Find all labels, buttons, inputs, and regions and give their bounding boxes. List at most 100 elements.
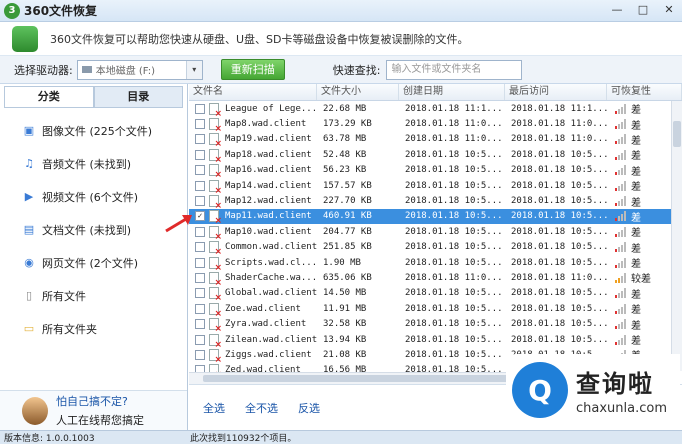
minimize-button[interactable]: — bbox=[608, 3, 626, 17]
recoverability: 差 bbox=[609, 209, 671, 224]
row-checkbox[interactable] bbox=[195, 303, 205, 314]
row-checkbox[interactable] bbox=[195, 165, 205, 176]
file-size: 460.91 KB bbox=[323, 211, 372, 222]
table-row[interactable]: Map18.wad.client 52.48 KB 2018.01.18 10:5.… bbox=[189, 147, 671, 165]
table-row[interactable]: League of Lege... 22.68 MB 2018.01.18 11:1… bbox=[189, 101, 671, 119]
file-size: 1.90 MB bbox=[323, 257, 361, 268]
vertical-scrollbar[interactable] bbox=[671, 101, 682, 371]
recoverability-label: 差 bbox=[631, 289, 641, 301]
row-checkbox[interactable] bbox=[195, 119, 205, 130]
close-button[interactable]: ✕ bbox=[660, 3, 678, 17]
disk-icon bbox=[81, 66, 92, 73]
row-checkbox[interactable] bbox=[195, 149, 205, 160]
row-checkbox[interactable] bbox=[195, 103, 205, 114]
created-date: 2018.01.18 11:1... bbox=[405, 103, 503, 114]
row-checkbox[interactable] bbox=[195, 180, 205, 191]
table-row[interactable]: Map19.wad.client 63.78 MB 2018.01.18 11:0.… bbox=[189, 132, 671, 149]
row-checkbox[interactable] bbox=[195, 226, 205, 237]
table-row[interactable]: Map10.wad.client 204.77 KB 2018.01.18 10:5… bbox=[189, 224, 671, 242]
recoverability-bars-icon bbox=[615, 257, 626, 268]
file-size: 56.23 KB bbox=[323, 165, 367, 176]
recover-arrow-icon bbox=[12, 25, 38, 52]
recoverability-bars-icon bbox=[615, 134, 626, 145]
table-row[interactable]: Common.wad.client 251.85 KB 2018.01.18 10:… bbox=[189, 240, 671, 257]
column-header-created[interactable]: 创建日期 bbox=[399, 84, 505, 100]
deleted-file-icon bbox=[209, 148, 222, 165]
rescan-button[interactable]: 重新扫描 bbox=[220, 59, 285, 80]
deleted-file-icon bbox=[209, 225, 222, 242]
created-date: 2018.01.18 11:0... bbox=[405, 272, 503, 283]
recoverability-bars-icon bbox=[615, 226, 626, 237]
maximize-button[interactable]: □ bbox=[634, 3, 652, 17]
watermark-url: chaxunla.com bbox=[576, 401, 667, 416]
select-all-link[interactable]: 全选 bbox=[203, 400, 225, 416]
table-row[interactable]: Zoe.wad.client 11.91 MB 2018.01.18 10:5...… bbox=[189, 301, 671, 319]
row-checkbox[interactable] bbox=[195, 319, 205, 330]
last-accessed: 2018.01.18 10:5... bbox=[511, 149, 609, 160]
video-icon: ▶ bbox=[24, 190, 34, 203]
invert-selection-link[interactable]: 反选 bbox=[298, 400, 320, 416]
sidebar-item-file[interactable]: ▯ 所有文件 bbox=[0, 279, 187, 312]
select-none-link[interactable]: 全不选 bbox=[245, 400, 278, 416]
sidebar-item-webpage[interactable]: ◉ 网页文件 (2个文件) bbox=[0, 246, 187, 279]
sidebar-item-document[interactable]: ▤ 文档文件 (未找到) bbox=[0, 213, 187, 246]
recoverability-bars-icon bbox=[615, 334, 626, 345]
column-header-recoverability[interactable]: 可恢复性 bbox=[607, 84, 682, 100]
help-title-link[interactable]: 怕自己搞不定? bbox=[56, 393, 144, 409]
column-header-size[interactable]: 文件大小 bbox=[317, 84, 399, 100]
created-date: 2018.01.18 11:0... bbox=[405, 134, 503, 145]
drive-select[interactable]: 本地磁盘 (F:) ▾ bbox=[76, 59, 203, 80]
recoverability-bars-icon bbox=[615, 180, 626, 191]
row-checkbox[interactable] bbox=[195, 288, 205, 299]
created-date: 2018.01.18 10:5... bbox=[405, 288, 503, 299]
red-arrow-annotation bbox=[165, 215, 192, 233]
tab-category[interactable]: 分类 bbox=[4, 86, 94, 107]
chevron-down-icon[interactable]: ▾ bbox=[185, 60, 202, 79]
table-row[interactable]: Scripts.wad.cl... 1.90 MB 2018.01.18 10:5.… bbox=[189, 255, 671, 273]
table-header: 文件名 文件大小 创建日期 最后访问 可恢复性 bbox=[189, 84, 682, 101]
table-row[interactable]: Global.wad.client 14.50 MB 2018.01.18 10:5… bbox=[189, 286, 671, 303]
table-row[interactable]: Zyra.wad.client 32.58 KB 2018.01.18 10:5..… bbox=[189, 316, 671, 334]
sidebar-item-folder[interactable]: ▭ 所有文件夹 bbox=[0, 312, 187, 345]
row-checkbox[interactable] bbox=[195, 334, 205, 345]
recoverability-bars-icon bbox=[615, 196, 626, 207]
row-checkbox[interactable] bbox=[195, 349, 205, 360]
row-checkbox[interactable] bbox=[195, 196, 205, 207]
sidebar-item-music[interactable]: ♫ 音频文件 (未找到) bbox=[0, 147, 187, 180]
scroll-thumb[interactable] bbox=[203, 375, 533, 382]
sidebar-item-label: 所有文件 bbox=[42, 289, 86, 303]
tab-directory[interactable]: 目录 bbox=[93, 86, 183, 107]
table-row[interactable]: ✓ Map11.wad.client 460.91 KB 2018.01.18 10:… bbox=[189, 208, 671, 226]
row-checkbox[interactable]: ✓ bbox=[195, 211, 205, 222]
file-size: 157.57 KB bbox=[323, 180, 372, 191]
table-row[interactable]: Map14.wad.client 157.57 KB 2018.01.18 10:5… bbox=[189, 178, 671, 196]
row-checkbox[interactable] bbox=[195, 257, 205, 268]
created-date: 2018.01.18 10:5... bbox=[405, 242, 503, 253]
scroll-thumb[interactable] bbox=[673, 121, 681, 147]
table-row[interactable]: ShaderCache.wa... 635.06 KB 2018.01.18 11:… bbox=[189, 270, 671, 288]
help-box[interactable]: 怕自己搞不定? 人工在线帮您搞定 bbox=[0, 390, 187, 430]
deleted-file-icon bbox=[209, 164, 222, 180]
file-size: 22.68 MB bbox=[323, 103, 367, 114]
table-row[interactable]: Map12.wad.client 227.70 KB 2018.01.18 10:5… bbox=[189, 193, 671, 211]
sidebar-item-image[interactable]: ▣ 图像文件 (225个文件) bbox=[0, 114, 187, 147]
file-size: 635.06 KB bbox=[323, 272, 372, 283]
search-input[interactable]: 输入文件或文件夹名 bbox=[386, 59, 523, 80]
row-checkbox[interactable] bbox=[195, 134, 205, 145]
deleted-file-icon bbox=[209, 271, 222, 288]
table-row[interactable]: Map16.wad.client 56.23 KB 2018.01.18 10:5.… bbox=[189, 163, 671, 180]
table-row[interactable]: Zilean.wad.client 13.94 KB 2018.01.18 10:5… bbox=[189, 332, 671, 350]
row-checkbox[interactable] bbox=[195, 272, 205, 283]
recoverability-label: 差 bbox=[631, 166, 641, 178]
column-header-name[interactable]: 文件名 bbox=[189, 84, 317, 100]
recoverability: 差 bbox=[609, 132, 671, 147]
row-checkbox[interactable] bbox=[195, 242, 205, 253]
table-row[interactable]: Map8.wad.client 173.29 KB 2018.01.18 11:0.… bbox=[189, 116, 671, 134]
recoverability-bars-icon bbox=[615, 103, 626, 114]
column-header-accessed[interactable]: 最后访问 bbox=[505, 84, 607, 100]
sidebar-item-video[interactable]: ▶ 视频文件 (6个文件) bbox=[0, 180, 187, 213]
recoverability-bars-icon bbox=[615, 211, 626, 222]
last-accessed: 2018.01.18 10:5... bbox=[511, 180, 609, 191]
file-size: 13.94 KB bbox=[323, 334, 367, 345]
recoverability-bars-icon bbox=[615, 303, 626, 314]
